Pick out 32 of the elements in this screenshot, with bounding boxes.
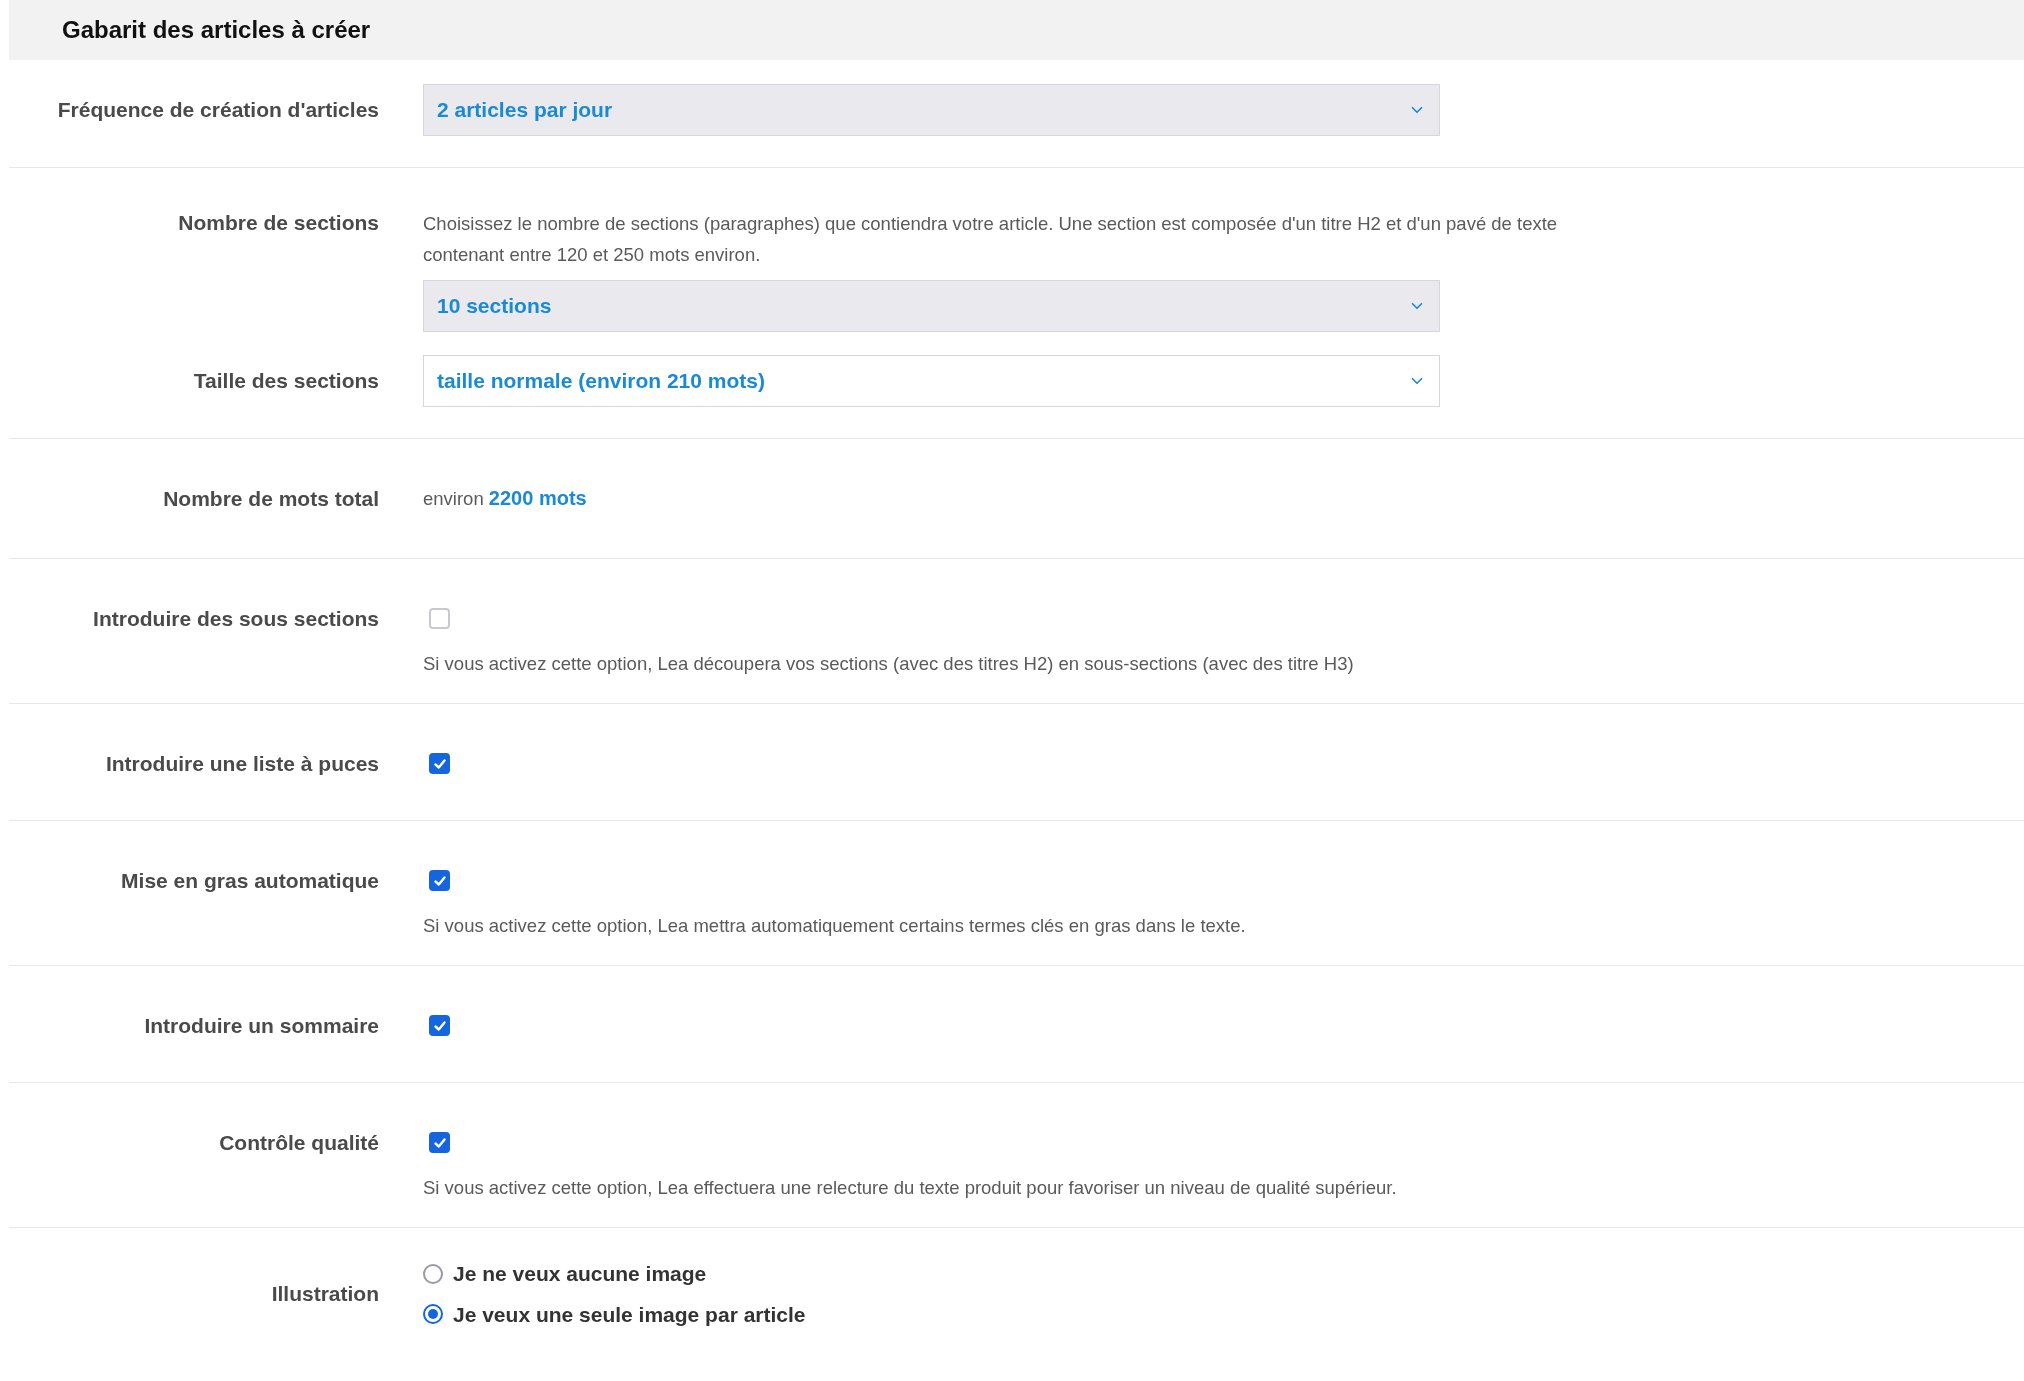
checkmark-icon xyxy=(432,1135,447,1150)
field-label: Taille des sections xyxy=(192,368,379,394)
checkmark-icon xyxy=(432,1018,447,1033)
field-label: Introduire des sous sections xyxy=(92,606,379,632)
field-label: Nombre de sections xyxy=(177,210,379,236)
select-field[interactable]: taille normale (environ 210 mots) xyxy=(423,355,1440,407)
checkmark-icon xyxy=(432,756,447,771)
checkbox[interactable] xyxy=(429,1132,450,1153)
field-label: Introduire un sommaire xyxy=(143,1013,379,1039)
field-label: Mise en gras automatique xyxy=(120,868,379,894)
field-description: Si vous activez cette option, Lea effectuera une relecture du texte produit pour favoriser un niveau de qualité supérieur. xyxy=(423,1176,1397,1200)
checkbox[interactable] xyxy=(429,608,450,629)
radio-button[interactable] xyxy=(423,1304,443,1325)
field-description: Si vous activez cette option, Lea mettra automatiquement certains termes clés en gras dans le texte. xyxy=(423,914,1246,938)
checkbox[interactable] xyxy=(429,870,450,891)
field-description: Si vous activez cette option, Lea découpera vos sections (avec des titres H2) en sous-sections (avec des titre H3) xyxy=(423,652,1354,676)
section-title: Gabarit des articles à créer xyxy=(62,15,371,45)
radio-label: Je ne veux aucune image xyxy=(453,1261,707,1287)
radio-label: Je veux une seule image par article xyxy=(453,1301,806,1328)
field-label: Illustration xyxy=(270,1281,379,1307)
field-label: Introduire une liste à puces xyxy=(104,751,379,777)
radio-button[interactable] xyxy=(423,1263,443,1284)
field-label: Contrôle qualité xyxy=(218,1130,379,1156)
checkmark-icon xyxy=(432,873,447,888)
field-label: Fréquence de création d'articles xyxy=(56,97,379,123)
checkbox[interactable] xyxy=(429,753,450,774)
checkbox[interactable] xyxy=(429,1015,450,1036)
field-label: Nombre de mots total xyxy=(162,485,379,512)
select-field[interactable]: 2 articles par jour xyxy=(423,84,1440,136)
word-count-text: environ 2200 mots xyxy=(423,486,587,511)
select-field[interactable]: 10 sections xyxy=(423,280,1440,332)
field-description: Choisissez le nombre de sections (paragraphes) que contiendra votre article. Une section est composée d'un titre H2 et d'un pavé de texte contenant entre 120 et 250 mots environ. xyxy=(423,212,1559,267)
